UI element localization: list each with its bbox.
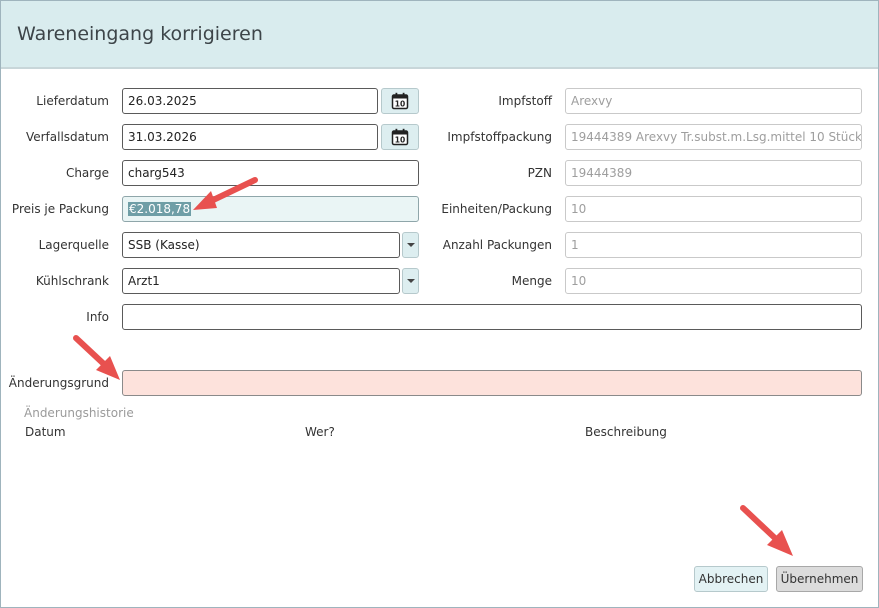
verfallsdatum-input[interactable]: 31.03.2026 [122,124,378,150]
lagerquelle-select[interactable]: SSB (Kasse) [122,232,400,258]
dialog-header: Wareneingang korrigieren [1,1,878,69]
charge-label: Charge [65,166,109,180]
lieferdatum-input[interactable]: 26.03.2025 [122,88,378,114]
impfstoff-label: Impfstoff [498,94,552,108]
calendar-icon: 10 [391,128,409,146]
dialog-title: Wareneingang korrigieren [17,23,263,45]
calendar-day-number: 10 [395,136,405,145]
history-column-beschreibung: Beschreibung [585,425,667,439]
history-column-datum: Datum [25,425,66,439]
menge-label: Menge [511,274,552,288]
lieferdatum-calendar-button[interactable]: 10 [381,88,419,114]
einheiten-input[interactable]: 10 [565,196,862,222]
aenderungsgrund-input[interactable] [122,370,862,396]
chevron-down-icon [406,243,415,247]
preis-label: Preis je Packung [11,202,109,216]
calendar-icon: 10 [391,92,409,110]
menge-input[interactable]: 10 [565,268,862,294]
charge-input[interactable]: charg543 [122,160,419,186]
calendar-day-number: 10 [395,100,405,109]
pzn-label: PZN [527,166,552,180]
chevron-down-icon [406,279,415,283]
einheiten-label: Einheiten/Packung [441,202,552,216]
preis-input[interactable]: €2.018,78 [122,196,419,222]
lagerquelle-dropdown-button[interactable] [402,232,419,258]
info-input[interactable] [122,304,862,330]
aenderungsgrund-label: Änderungsgrund [8,376,109,390]
kuehlschrank-label: Kühlschrank [35,274,109,288]
impfstoff-input[interactable]: Arexvy [565,88,862,114]
anzahl-label: Anzahl Packungen [442,238,552,252]
verfallsdatum-calendar-button[interactable]: 10 [381,124,419,150]
lieferdatum-label: Lieferdatum [36,94,109,108]
impfstoffpackung-label: Impfstoffpackung [447,130,552,144]
history-title: Änderungshistorie [24,406,134,420]
lagerquelle-label: Lagerquelle [38,238,109,252]
cancel-button[interactable]: Abbrechen [694,566,768,592]
kuehlschrank-select[interactable]: Arzt1 [122,268,400,294]
verfallsdatum-label: Verfallsdatum [25,130,109,144]
preis-selected-value: €2.018,78 [128,202,192,216]
info-label: Info [86,310,109,324]
kuehlschrank-dropdown-button[interactable] [402,268,419,294]
dialog: Wareneingang korrigieren Lieferdatum 26.… [0,0,879,608]
history-column-wer: Wer? [305,425,335,439]
apply-button[interactable]: Übernehmen [776,566,863,592]
pzn-input[interactable]: 19444389 [565,160,862,186]
anzahl-input[interactable]: 1 [565,232,862,258]
impfstoffpackung-input[interactable]: 19444389 Arexvy Tr.subst.m.Lsg.mittel 10… [565,124,862,150]
